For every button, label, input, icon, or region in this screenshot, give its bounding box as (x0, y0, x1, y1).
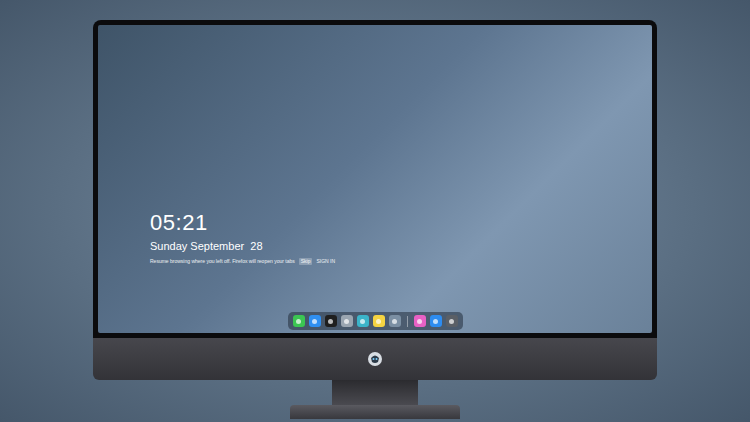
app-glyph-icon (328, 319, 333, 324)
clock-time: 05:21 (150, 211, 652, 235)
dock-app-icon[interactable] (414, 315, 426, 327)
app-glyph-icon (433, 319, 438, 324)
app-glyph-icon (417, 319, 422, 324)
app-glyph-icon (360, 319, 365, 324)
app-glyph-icon (449, 319, 454, 324)
monitor-chin (93, 338, 657, 380)
monitor-neck (332, 380, 418, 405)
dock-app-icon[interactable] (373, 315, 385, 327)
notice-text: Resume browsing where you left off. Fire… (150, 258, 295, 265)
page: 05:21 Sunday September 28 Resume browsing … (0, 0, 750, 422)
monitor-base (290, 405, 460, 419)
dock-app-icon[interactable] (293, 315, 305, 327)
app-glyph-icon (392, 319, 397, 324)
dock-app-icon[interactable] (430, 315, 442, 327)
app-glyph-icon (312, 319, 317, 324)
dock-separator (407, 316, 408, 327)
app-glyph-icon (376, 319, 381, 324)
dock-app-icon[interactable] (309, 315, 321, 327)
dock-app-icon[interactable] (325, 315, 337, 327)
monitor-bezel: 05:21 Sunday September 28 Resume browsing … (93, 20, 657, 338)
lock-clock: 05:21 Sunday September 28 Resume browsing … (98, 25, 652, 265)
dock-app-icon[interactable] (389, 315, 401, 327)
dock (288, 312, 463, 330)
dock-app-icon[interactable] (446, 315, 458, 327)
clock-date: Sunday September 28 (150, 239, 652, 253)
dock-app-icon[interactable] (341, 315, 353, 327)
app-glyph-icon (344, 319, 349, 324)
desktop-wallpaper: 05:21 Sunday September 28 Resume browsing … (98, 25, 652, 333)
notice-action[interactable]: Skip (299, 258, 313, 265)
monitor: 05:21 Sunday September 28 Resume browsing … (93, 20, 657, 419)
notice-action[interactable]: SIGN IN (316, 258, 335, 265)
notice: Resume browsing where you left off. Fire… (150, 258, 652, 265)
app-glyph-icon (296, 319, 301, 324)
dock-app-icon[interactable] (357, 315, 369, 327)
brand-logo-icon (367, 351, 383, 367)
